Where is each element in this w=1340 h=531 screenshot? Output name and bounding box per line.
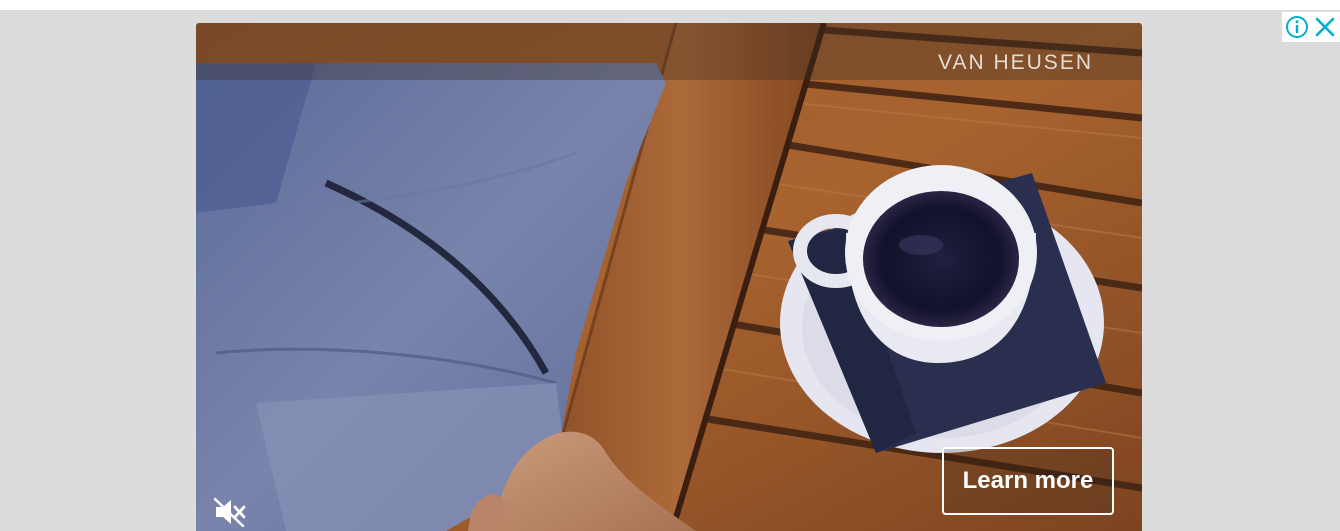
video-ad[interactable]: VAN HEUSEN Learn more [196,23,1142,531]
learn-more-button[interactable]: Learn more [942,447,1114,515]
page-top-strip [0,0,1340,10]
info-icon[interactable] [1284,14,1310,40]
brand-logo: VAN HEUSEN [938,51,1093,74]
muted-speaker-icon[interactable] [210,493,250,531]
close-icon[interactable] [1312,14,1338,40]
ad-choices-controls [1282,12,1340,42]
